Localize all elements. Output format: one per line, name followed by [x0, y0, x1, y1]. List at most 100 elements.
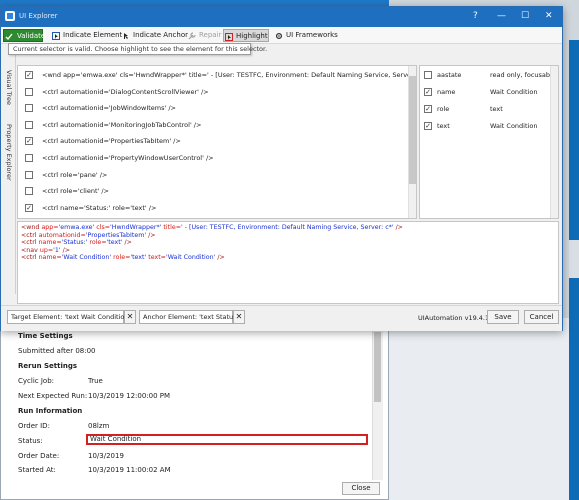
- tab-property-explorer[interactable]: Property Explorer: [5, 124, 13, 181]
- attribute-checkbox[interactable]: [424, 71, 432, 79]
- cancel-button[interactable]: Cancel: [524, 310, 559, 324]
- toolbar: Validate Indicate Element Indicate Ancho…: [1, 27, 562, 44]
- tree-row[interactable]: <ctrl automationid='MonitoringJobTabCont…: [18, 117, 408, 133]
- selector-line: <ctrl automationid='PropertiesTabItem' /…: [21, 232, 555, 240]
- attribute-name: role: [437, 105, 450, 113]
- status-value-highlighted[interactable]: Wait Condition: [86, 434, 368, 445]
- tree-row-text: <wnd app='emwa.exe' cls='HwndWrapper*' t…: [42, 71, 417, 79]
- tree-row[interactable]: <ctrl role='pane' />: [18, 167, 408, 183]
- selector-attribute: title=: [163, 224, 181, 231]
- next-expected-run-value: 10/3/2019 12:00:00 PM: [88, 392, 171, 400]
- screen: Time Settings Submitted after 08:00 Reru…: [0, 0, 579, 500]
- tree-row[interactable]: <ctrl automationid='DialogContentScrollV…: [18, 84, 408, 100]
- tree-row-text: <ctrl automationid='JobWindowItems' />: [42, 104, 176, 113]
- selector-line: <ctrl name='Status:' role='text' />: [21, 239, 555, 247]
- target-element-chip[interactable]: Target Element: 'text Wait Condition': [7, 310, 130, 324]
- selector-value: 'emwa.exe': [58, 224, 95, 231]
- started-at-value: 10/3/2019 11:00:02 AM: [88, 466, 171, 474]
- tree-row[interactable]: <ctrl role='client' />: [18, 183, 408, 199]
- cyclic-job-label: Cyclic Job:: [18, 377, 54, 385]
- close-window-icon[interactable]: ✕: [545, 11, 553, 22]
- section-rerun-settings: Rerun Settings: [18, 362, 78, 370]
- background-scrollbar-thumb[interactable]: [374, 332, 381, 402]
- gear-icon: [275, 32, 283, 40]
- attribute-name: aastate: [437, 71, 462, 79]
- tree-row[interactable]: ✓ <wnd app='emwa.exe' cls='HwndWrapper*' …: [18, 67, 416, 83]
- attribute-checkbox[interactable]: ✓: [424, 122, 432, 130]
- highlight-label: Highlight: [236, 32, 268, 40]
- minimize-icon[interactable]: —: [497, 11, 506, 22]
- tree-row-text: <ctrl role='client' />: [42, 187, 109, 196]
- selector-attribute: role=: [89, 239, 107, 247]
- attribute-value: read only, focusable: [490, 71, 556, 79]
- tree-row-checkbox[interactable]: [25, 154, 33, 162]
- attribute-row[interactable]: ✓ text Wait Condition: [420, 118, 550, 135]
- ui-explorer-app-icon: [5, 11, 15, 21]
- attribute-row[interactable]: aastate read only, focusable: [420, 67, 556, 84]
- attribute-checkbox[interactable]: ✓: [424, 88, 432, 96]
- side-tabs: Visual Tree Property Explorer: [1, 44, 16, 294]
- window-title: UI Explorer: [19, 12, 58, 20]
- selector-value: 'Wait Condition': [165, 254, 216, 262]
- tab-visual-tree[interactable]: Visual Tree: [5, 70, 13, 105]
- validate-button[interactable]: Validate: [3, 29, 45, 42]
- tree-row-checkbox[interactable]: [25, 120, 33, 129]
- title-bar: UI Explorer ? — ☐ ✕: [1, 7, 562, 27]
- selector-value: 'HwndWrapper*': [110, 224, 162, 231]
- attribute-checkbox[interactable]: ✓: [424, 105, 432, 113]
- tree-row-checkbox[interactable]: ✓: [25, 203, 33, 212]
- submitted-after-label: Submitted after 08:00: [18, 347, 96, 355]
- selector-value: 'Status:': [61, 239, 88, 247]
- selector-tag: <ctrl: [21, 254, 37, 262]
- tree-row-checkbox[interactable]: [25, 104, 33, 113]
- ui-frameworks-button[interactable]: UI Frameworks: [274, 29, 338, 42]
- selector-line: <nav up='1' />: [21, 247, 555, 255]
- selector-tree-pane: ✓ <wnd app='emwa.exe' cls='HwndWrapper*' …: [17, 65, 417, 219]
- tree-row-checkbox[interactable]: [25, 170, 33, 179]
- selector-line: <ctrl name='Wait Condition' role='text' …: [21, 254, 555, 262]
- attribute-row[interactable]: ✓ role text: [420, 101, 550, 118]
- highlight-button[interactable]: Highlight: [223, 29, 269, 42]
- order-date-label: Order Date:: [18, 452, 60, 460]
- selector-editor[interactable]: <wnd app='emwa.exe' cls='HwndWrapper*' t…: [17, 221, 559, 304]
- tree-row-checkbox[interactable]: [25, 87, 33, 96]
- selector-value: ' - [User: TESTFC, Environment: Default …: [180, 224, 394, 231]
- selector-tag: <ctrl: [21, 231, 37, 239]
- selector-tag: <wnd: [21, 224, 40, 231]
- help-icon[interactable]: ?: [473, 11, 478, 22]
- indicate-element-button[interactable]: Indicate Element: [51, 29, 122, 42]
- tree-row-checkbox[interactable]: [25, 187, 33, 196]
- repair-button[interactable]: Repair: [187, 29, 221, 42]
- cyclic-job-value: True: [88, 377, 103, 385]
- attribute-value: text: [490, 105, 503, 113]
- save-button[interactable]: Save: [487, 310, 519, 324]
- tree-scrollbar-thumb[interactable]: [409, 76, 416, 184]
- tree-row-text: <ctrl role='pane' />: [42, 170, 108, 179]
- status-label: Status:: [18, 437, 43, 445]
- selector-attribute: name=: [38, 254, 62, 262]
- selector-value: 'PropertiesTabItem': [85, 231, 147, 239]
- tree-row[interactable]: ✓ <ctrl name='Status:' role='text' />: [18, 200, 408, 216]
- selector-tag: <ctrl: [21, 239, 37, 247]
- maximize-icon[interactable]: ☐: [521, 11, 529, 22]
- attribute-value: Wait Condition: [490, 88, 538, 96]
- indicate-anchor-button[interactable]: Indicate Anchor: [121, 29, 188, 42]
- tree-row-checkbox[interactable]: ✓: [25, 137, 33, 146]
- tree-row[interactable]: <ctrl automationid='JobWindowItems' />: [18, 100, 408, 116]
- tree-row-checkbox[interactable]: ✓: [25, 71, 33, 79]
- selector-value: 'text': [130, 254, 147, 262]
- remove-anchor-icon[interactable]: ✕: [233, 310, 245, 324]
- selector-tag-end: />: [60, 246, 71, 254]
- attribute-value: Wait Condition: [490, 122, 538, 130]
- tree-row[interactable]: ✓ <ctrl automationid='PropertiesTabItem' …: [18, 133, 408, 149]
- order-id-value: 08lzm: [88, 422, 110, 430]
- anchor-element-chip[interactable]: Anchor Element: 'text Status:': [139, 310, 241, 324]
- close-button[interactable]: Close: [342, 482, 380, 495]
- tree-row[interactable]: <ctrl automationid='PropertyWindowUserCo…: [18, 150, 408, 166]
- attributes-scrollbar[interactable]: [550, 66, 558, 218]
- selector-line: <wnd app='emwa.exe' cls='HwndWrapper*' t…: [21, 224, 555, 232]
- selector-value: '1': [53, 246, 61, 254]
- attribute-row[interactable]: ✓ name Wait Condition: [420, 84, 550, 101]
- selector-attribute: automationid=: [38, 231, 86, 239]
- remove-target-icon[interactable]: ✕: [124, 310, 136, 324]
